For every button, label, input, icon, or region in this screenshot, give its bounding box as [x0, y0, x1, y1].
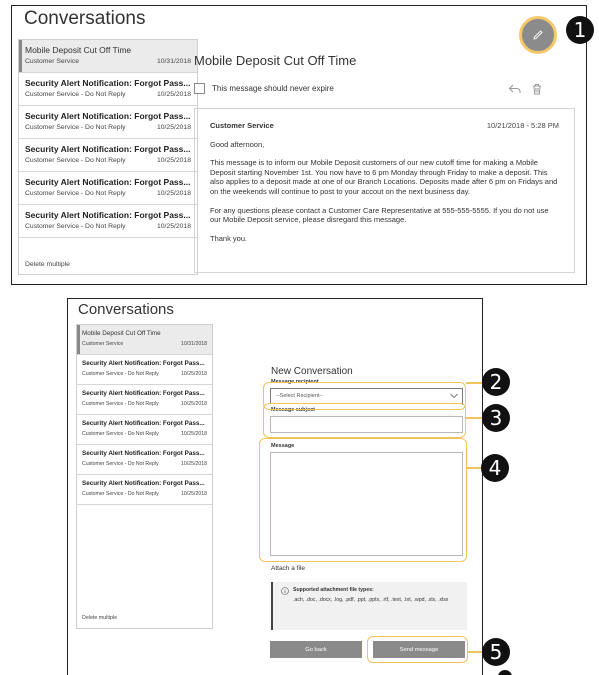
conversation-subject: Mobile Deposit Cut Off Time — [82, 330, 161, 337]
chevron-down-icon — [450, 393, 458, 399]
conversation-list: Mobile Deposit Cut Off Time Customer Serv… — [18, 39, 198, 275]
conversation-subject: Security Alert Notification: Forgot Pass… — [25, 111, 191, 121]
conversation-list: Mobile Deposit Cut Off Time Customer Serv… — [76, 324, 213, 629]
conversation-sender: Customer Service - Do Not Reply — [25, 157, 126, 164]
message-title: Mobile Deposit Cut Off Time — [194, 53, 357, 68]
conversation-list-item[interactable]: Security Alert Notification: Forgot Pass… — [19, 106, 197, 139]
supported-types-list: .ach, .doc, .docx, .log, .pdf, .ppt, .pp… — [293, 597, 449, 603]
conversation-sender: Customer Service - Do Not Reply — [82, 371, 159, 377]
callout-5: 5 — [482, 638, 510, 666]
conversation-sender: Customer Service - Do Not Reply — [82, 401, 159, 407]
never-expire-checkbox[interactable] — [194, 83, 205, 94]
supported-types-title: Supported attachment file types: — [293, 587, 374, 594]
conversation-date: 10/25/2018 — [181, 491, 207, 497]
info-icon — [281, 587, 289, 595]
new-conversation-heading: New Conversation — [271, 366, 353, 377]
message-datetime: 10/21/2018 - 5:28 PM — [486, 121, 559, 130]
conversation-date: 10/25/2018 — [181, 371, 207, 377]
conversation-date: 10/25/2018 — [181, 401, 207, 407]
never-expire-option[interactable]: This message should never expire — [194, 83, 334, 94]
message-body-paragraph: This message is to inform our Mobile Dep… — [210, 158, 558, 196]
conversation-date: 10/25/2018 — [156, 223, 191, 230]
conversation-date: 10/25/2018 — [181, 431, 207, 437]
conversation-sender: Customer Service - Do Not Reply — [25, 124, 126, 131]
message-textarea[interactable] — [270, 452, 463, 556]
conversation-sender: Customer Service - Do Not Reply — [82, 491, 159, 497]
delete-multiple-link[interactable]: Delete multiple — [25, 261, 70, 268]
new-conversation-panel: Conversations Mobile Deposit Cut Off Tim… — [67, 298, 483, 675]
conversation-list-item[interactable]: Mobile Deposit Cut Off Time Customer Serv… — [77, 325, 212, 355]
go-back-button[interactable]: Go back — [270, 641, 362, 658]
conversation-list-item[interactable]: Security Alert Notification: Forgot Pass… — [77, 385, 212, 415]
recipient-label: Message recipient — [271, 379, 319, 385]
conversation-subject: Security Alert Notification: Forgot Pass… — [25, 144, 191, 154]
delete-multiple-link[interactable]: Delete multiple — [82, 615, 117, 621]
conversation-date: 10/25/2018 — [156, 157, 191, 164]
attach-file-link[interactable]: Attach a file — [271, 565, 305, 572]
callout-3: 3 — [482, 404, 510, 432]
conversation-list-item[interactable]: Security Alert Notification: Forgot Pass… — [19, 139, 197, 172]
never-expire-label: This message should never expire — [212, 84, 334, 93]
conversation-subject: Security Alert Notification: Forgot Pass… — [25, 78, 191, 88]
callout-connector — [466, 417, 482, 419]
conversation-subject: Mobile Deposit Cut Off Time — [25, 45, 132, 55]
conversations-title: Conversations — [78, 301, 174, 318]
conversation-list-item[interactable]: Security Alert Notification: Forgot Pass… — [19, 73, 197, 106]
conversation-sender: Customer Service - Do Not Reply — [25, 91, 126, 98]
conversation-subject: Security Alert Notification: Forgot Pass… — [25, 210, 191, 220]
reply-icon[interactable] — [508, 82, 522, 96]
conversation-date: 10/31/2018 — [181, 341, 207, 347]
callout-connector — [468, 651, 482, 653]
conversations-title: Conversations — [24, 8, 146, 29]
conversation-list-item[interactable]: Security Alert Notification: Forgot Pass… — [77, 445, 212, 475]
conversation-sender: Customer Service - Do Not Reply — [82, 461, 159, 467]
recipient-select-value: --Select Recipient-- — [276, 393, 324, 399]
conversation-date: 10/25/2018 — [156, 190, 191, 197]
conversation-date: 10/25/2018 — [156, 124, 191, 131]
conversation-subject: Security Alert Notification: Forgot Pass… — [82, 360, 205, 367]
conversation-subject: Security Alert Notification: Forgot Pass… — [82, 450, 205, 457]
compose-button[interactable] — [519, 16, 557, 54]
conversation-list-item[interactable]: Security Alert Notification: Forgot Pass… — [19, 172, 197, 205]
supported-file-types-box: Supported attachment file types: .ach, .… — [271, 582, 467, 630]
message-sender: Customer Service — [210, 121, 274, 130]
send-message-button[interactable]: Send message — [373, 641, 465, 658]
conversation-sender: Customer Service — [25, 58, 80, 65]
message-view-panel: Conversations Mobile Deposit Cut Off Tim… — [11, 5, 587, 285]
subject-input[interactable] — [270, 416, 463, 433]
conversation-sender: Customer Service - Do Not Reply — [25, 223, 126, 230]
conversation-list-item[interactable]: Security Alert Notification: Forgot Pass… — [77, 415, 212, 445]
conversation-subject: Security Alert Notification: Forgot Pass… — [82, 390, 205, 397]
conversation-sender: Customer Service - Do Not Reply — [82, 431, 159, 437]
callout-4: 4 — [481, 454, 509, 482]
conversation-list-item[interactable]: Security Alert Notification: Forgot Pass… — [77, 355, 212, 385]
conversation-sender: Customer Service - Do Not Reply — [25, 190, 126, 197]
conversation-subject: Security Alert Notification: Forgot Pass… — [82, 480, 205, 487]
callout-connector — [466, 382, 482, 384]
message-closing: Thank you. — [210, 233, 248, 243]
callout-1: 1 — [566, 16, 594, 44]
trash-icon[interactable] — [530, 82, 544, 96]
message-greeting: Good afternoon, — [210, 139, 265, 149]
subject-label: Message subject — [271, 407, 316, 413]
pencil-icon — [533, 30, 543, 40]
conversation-list-item[interactable]: Security Alert Notification: Forgot Pass… — [19, 205, 197, 238]
conversation-list-item[interactable]: Mobile Deposit Cut Off Time Customer Serv… — [19, 40, 197, 73]
callout-2: 2 — [482, 368, 510, 396]
callout-connector — [467, 467, 481, 469]
message-label: Message — [271, 443, 295, 449]
conversation-date: 10/25/2018 — [156, 91, 191, 98]
conversation-subject: Security Alert Notification: Forgot Pass… — [82, 420, 205, 427]
callout-marker — [498, 670, 512, 675]
conversation-date: 10/31/2018 — [156, 58, 191, 65]
conversation-list-item[interactable]: Security Alert Notification: Forgot Pass… — [77, 475, 212, 505]
conversation-sender: Customer Service — [82, 341, 124, 347]
conversation-date: 10/25/2018 — [181, 461, 207, 467]
conversation-subject: Security Alert Notification: Forgot Pass… — [25, 177, 191, 187]
recipient-select[interactable]: --Select Recipient-- — [270, 388, 463, 404]
message-body-paragraph: For any questions please contact a Custo… — [210, 205, 549, 225]
message-card: Customer Service 10/21/2018 - 5:28 PM Go… — [194, 108, 575, 273]
